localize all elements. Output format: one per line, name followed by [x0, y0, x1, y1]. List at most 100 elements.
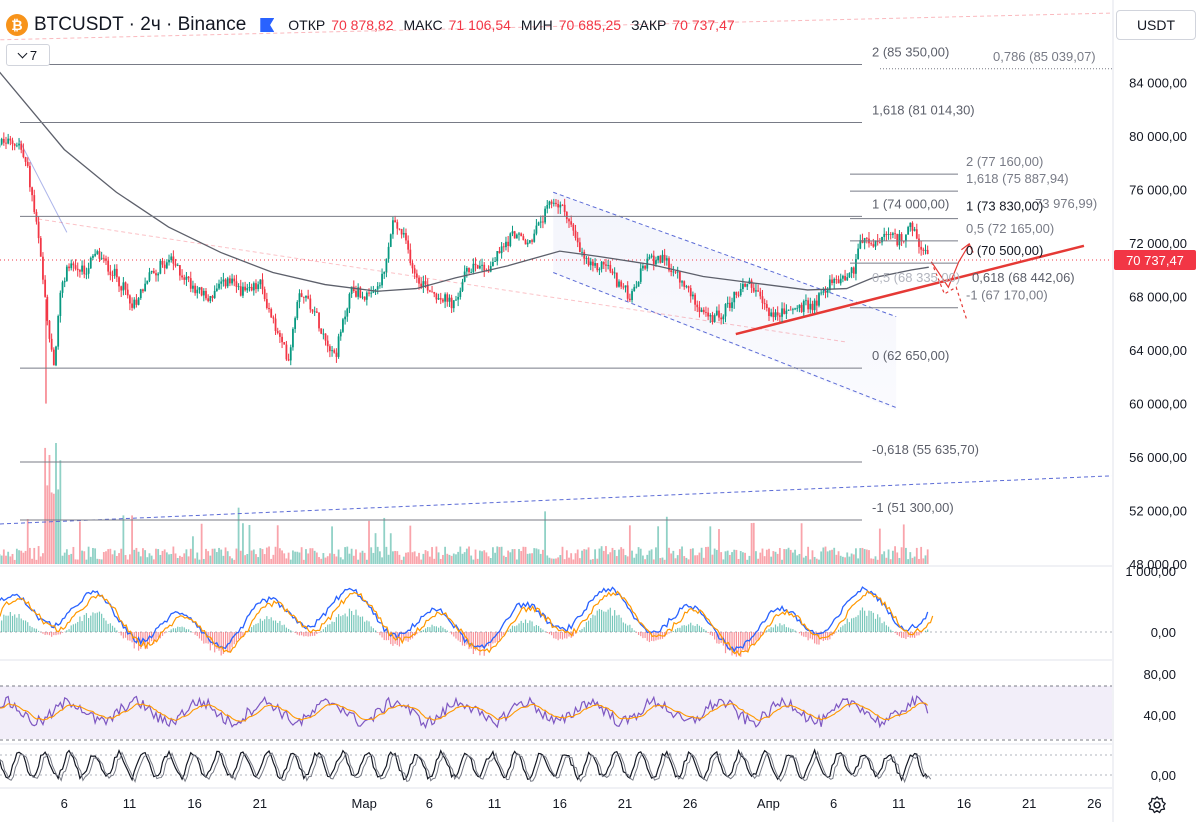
- candle-body: [139, 289, 142, 299]
- volume-bar: [405, 552, 407, 564]
- macd-histogram-bar: [220, 632, 222, 656]
- volume-bar: [818, 559, 820, 564]
- macd-histogram-bar: [766, 630, 768, 632]
- macd-histogram-bar: [546, 632, 548, 633]
- macd-histogram-bar: [596, 610, 598, 632]
- macd-histogram-bar: [381, 632, 383, 638]
- macd-histogram-bar: [361, 616, 364, 632]
- candle-body: [839, 278, 842, 284]
- candle-body: [494, 261, 496, 263]
- macd-histogram-bar: [335, 617, 338, 632]
- bitcoin-icon[interactable]: ₿: [6, 14, 28, 36]
- volume-bar: [222, 555, 225, 564]
- indicators-toggle-button[interactable]: 7: [6, 44, 50, 66]
- macd-histogram-bar: [181, 626, 183, 632]
- volume-bar: [670, 553, 673, 564]
- volume-bar: [528, 553, 531, 564]
- candle-body: [600, 261, 603, 270]
- volume-bar: [531, 553, 533, 564]
- volume-bar: [561, 546, 564, 564]
- x-tick-label: 26: [683, 796, 697, 811]
- macd-histogram-bar: [498, 632, 501, 641]
- candle-body: [596, 263, 599, 271]
- candle-body: [642, 265, 644, 269]
- volume-bar: [387, 554, 390, 564]
- candle-body: [335, 352, 338, 357]
- macd-histogram-bar: [916, 632, 918, 636]
- volume-bar: [365, 559, 368, 564]
- volume-bar: [700, 547, 703, 564]
- macd-histogram-bar: [68, 629, 70, 632]
- volume-bar: [896, 552, 899, 564]
- macd-histogram-bar: [644, 632, 646, 639]
- volume-bar: [481, 551, 483, 564]
- volume-bar: [135, 547, 138, 564]
- volume-bar: [378, 551, 381, 564]
- macd-histogram-bar: [120, 632, 122, 636]
- candle-body: [126, 289, 129, 296]
- macd-histogram-bar: [587, 620, 590, 632]
- volume-bar: [381, 557, 383, 564]
- volume-bar: [394, 550, 397, 564]
- currency-button[interactable]: USDT: [1116, 10, 1196, 40]
- symbol-title[interactable]: BTCUSDT · 2ч · Binance: [34, 14, 246, 36]
- macd-histogram-bar: [353, 614, 355, 632]
- fib-level-label: 1 (73 830,00): [966, 199, 1043, 214]
- early-trend-line[interactable]: [18, 138, 68, 233]
- candle-body: [74, 265, 77, 269]
- macd-histogram-bar: [792, 629, 794, 632]
- candle-body: [61, 282, 64, 293]
- candle-body: [659, 255, 662, 263]
- candle-body: [118, 277, 120, 287]
- volume-bar: [126, 559, 129, 564]
- candle-body: [557, 203, 560, 208]
- candle-body: [170, 256, 173, 261]
- macd-histogram-bar: [853, 617, 855, 632]
- volume-bar: [287, 552, 290, 564]
- candle-body: [824, 291, 827, 293]
- volume-bar: [415, 556, 418, 564]
- macd-histogram-bar: [79, 616, 81, 632]
- macd-histogram-bar: [346, 616, 348, 632]
- candle-body: [794, 308, 796, 310]
- macd-signal-line[interactable]: [0, 590, 934, 657]
- candle-body: [872, 244, 875, 247]
- candle-body: [355, 290, 357, 297]
- low-value: 70 685,25: [558, 17, 622, 33]
- volume-bar: [152, 559, 155, 564]
- candle-body: [724, 304, 727, 317]
- candle-body: [461, 281, 464, 291]
- macd-histogram-bar: [883, 621, 885, 632]
- volume-bar: [637, 547, 640, 564]
- chart-canvas[interactable]: 2 (85 350,00) 1,618 (81 014,30) 1 (74 000,…: [0, 0, 1200, 822]
- fib-extra-label: 73 976,99): [1035, 196, 1097, 211]
- candle-body: [376, 286, 379, 290]
- candle-body: [207, 298, 210, 302]
- macd-histogram-bar: [868, 610, 870, 632]
- volume-bar: [376, 546, 379, 564]
- volume-bar: [713, 548, 716, 564]
- macd-histogram-bar: [918, 632, 920, 636]
- candle-body: [609, 264, 612, 272]
- volume-bar: [292, 550, 294, 564]
- volume-bar: [109, 548, 112, 564]
- macd-histogram-bar: [372, 628, 374, 632]
- volume-bar: [344, 547, 347, 564]
- moving-average-line[interactable]: [0, 56, 929, 292]
- volume-bar: [9, 556, 12, 564]
- volume-bar: [165, 552, 168, 564]
- flag-icon[interactable]: [260, 18, 275, 32]
- volume-bar: [337, 549, 340, 564]
- volume-bar: [757, 558, 760, 564]
- candle-body: [628, 298, 631, 301]
- volume-bar: [35, 559, 38, 564]
- candle-body: [222, 279, 225, 282]
- volume-bar: [694, 555, 696, 564]
- settings-gear-icon[interactable]: [1146, 794, 1168, 816]
- macd-histogram-bar: [857, 615, 859, 632]
- macd-histogram-bar: [294, 632, 296, 633]
- candle-body: [198, 287, 201, 290]
- candle-body: [257, 284, 260, 290]
- macd-histogram-bar: [527, 623, 529, 632]
- macd-histogram-bar: [887, 626, 890, 632]
